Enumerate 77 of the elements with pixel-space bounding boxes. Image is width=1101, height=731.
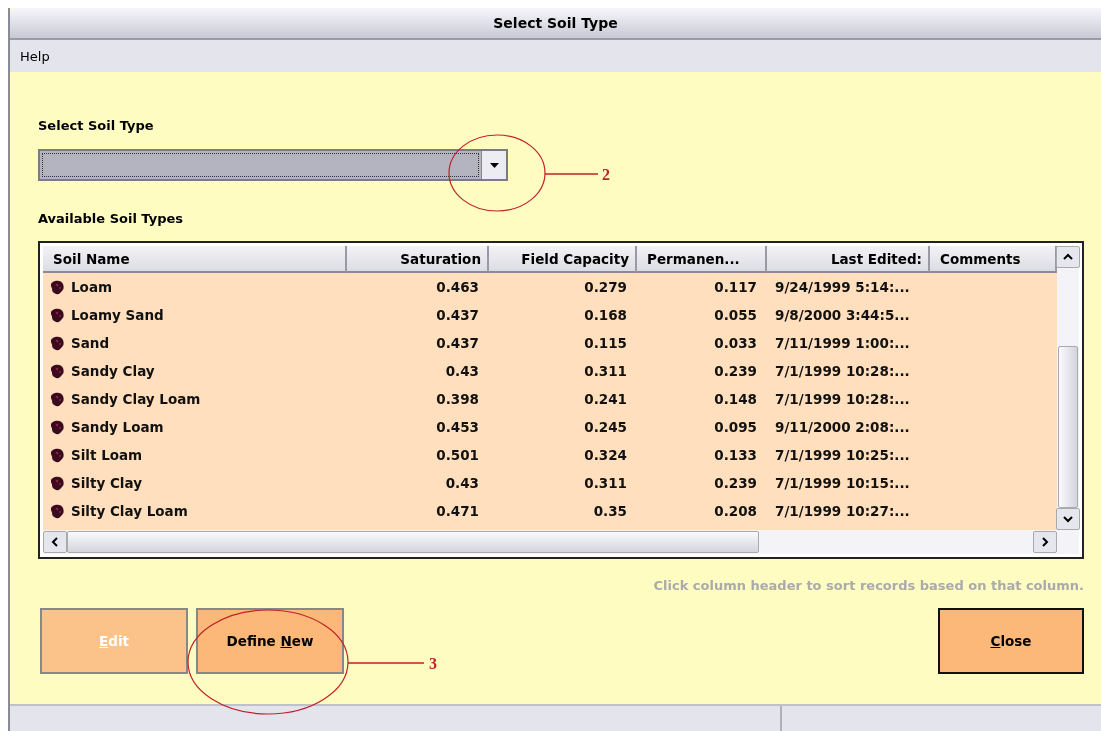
- table-cell: 0.148: [714, 391, 757, 407]
- soil-icon: [51, 419, 65, 435]
- scroll-left-icon[interactable]: [43, 531, 67, 553]
- window-title: Select Soil Type: [493, 15, 618, 31]
- table-cell: Sandy Loam: [71, 419, 164, 435]
- table-cell: 0.43: [445, 475, 479, 491]
- table-cell: 0.279: [584, 279, 627, 295]
- column-header[interactable]: Soil Name: [43, 246, 347, 273]
- table-cell: 0.033: [714, 335, 757, 351]
- table-cell: 0.43: [445, 363, 479, 379]
- table-cell: 9/8/2000 3:44:5...: [775, 307, 910, 323]
- column-header[interactable]: Field Capacity: [489, 246, 637, 273]
- column-header[interactable]: Comments: [930, 246, 1057, 273]
- table-cell: 0.437: [436, 307, 479, 323]
- table-cell: 0.437: [436, 335, 479, 351]
- table-cell: 0.168: [584, 307, 627, 323]
- soil-icon: [51, 307, 65, 323]
- horizontal-scrollbar[interactable]: [43, 530, 1057, 554]
- table-cell: Loamy Sand: [71, 307, 164, 323]
- soil-icon: [51, 335, 65, 351]
- table-cell: 0.453: [436, 419, 479, 435]
- table-cell: 7/1/1999 10:28:...: [775, 363, 910, 379]
- table-cell: 0.324: [584, 447, 627, 463]
- soil-icon: [51, 447, 65, 463]
- table-cell: 7/1/1999 10:28:...: [775, 391, 910, 407]
- table-cell: 0.35: [593, 503, 627, 519]
- table-cell: 9/11/2000 2:08:...: [775, 419, 910, 435]
- callout-number: 2: [602, 166, 610, 183]
- leader-line: [544, 173, 599, 175]
- table-cell: 7/1/1999 10:25:...: [775, 447, 910, 463]
- table-cell: Silt Loam: [71, 447, 143, 463]
- table-cell: 0.471: [436, 503, 479, 519]
- soil-icon: [51, 475, 65, 491]
- close-button[interactable]: Close: [938, 608, 1084, 674]
- table-cell: 0.398: [436, 391, 479, 407]
- vertical-scrollbar[interactable]: [1057, 246, 1079, 554]
- column-header[interactable]: Last Edited:: [767, 246, 930, 273]
- soil-icon: [51, 363, 65, 379]
- soil-icon: [51, 279, 65, 295]
- table-cell: 0.208: [714, 503, 757, 519]
- table-cell: 0.463: [436, 279, 479, 295]
- table-cell: 0.095: [714, 419, 757, 435]
- table-cell: Sand: [71, 335, 110, 351]
- table-cell: 0.311: [584, 475, 627, 491]
- table-cell: 0.117: [714, 279, 757, 295]
- table-cell: 0.055: [714, 307, 757, 323]
- table-cell: 0.501: [436, 447, 479, 463]
- table-cell: 7/1/1999 10:27:...: [775, 503, 910, 519]
- table-cell: 7/11/1999 1:00:...: [775, 335, 910, 351]
- table-cell: 0.133: [714, 447, 757, 463]
- sort-hint: Click column header to sort records based on that column.: [652, 578, 1084, 593]
- table-cell: Silty Clay Loam: [71, 503, 188, 519]
- table-cell: Sandy Clay: [71, 363, 155, 379]
- callout-number: 3: [429, 655, 437, 672]
- table-cell: Silty Clay: [71, 475, 142, 491]
- table-cell: Loam: [71, 279, 113, 295]
- table-cell: 0.241: [584, 391, 627, 407]
- soil-icon: [51, 503, 65, 519]
- column-header[interactable]: Saturation: [347, 246, 489, 273]
- scroll-up-icon[interactable]: [1056, 246, 1080, 268]
- table-cell: 0.311: [584, 363, 627, 379]
- soil-icon: [51, 391, 65, 407]
- table-cell: 7/1/1999 10:15:...: [775, 475, 910, 491]
- section-label: Select Soil Type: [38, 118, 155, 133]
- action-button[interactable]: Define New: [196, 608, 344, 674]
- scroll-down-icon[interactable]: [1056, 508, 1080, 530]
- scroll-right-icon[interactable]: [1033, 531, 1057, 553]
- table-cell: 0.239: [714, 363, 757, 379]
- table-cell: Sandy Clay Loam: [71, 391, 201, 407]
- table-cell: 9/24/1999 5:14:...: [775, 279, 910, 295]
- menu-item[interactable]: Help: [20, 48, 50, 64]
- table-cell: 0.245: [584, 419, 627, 435]
- table-cell: 0.239: [714, 475, 757, 491]
- column-header[interactable]: Permanen...: [637, 246, 767, 273]
- table-cell: 0.115: [584, 335, 627, 351]
- soil-type-dropdown[interactable]: [38, 149, 508, 181]
- section-label: Available Soil Types: [38, 211, 185, 226]
